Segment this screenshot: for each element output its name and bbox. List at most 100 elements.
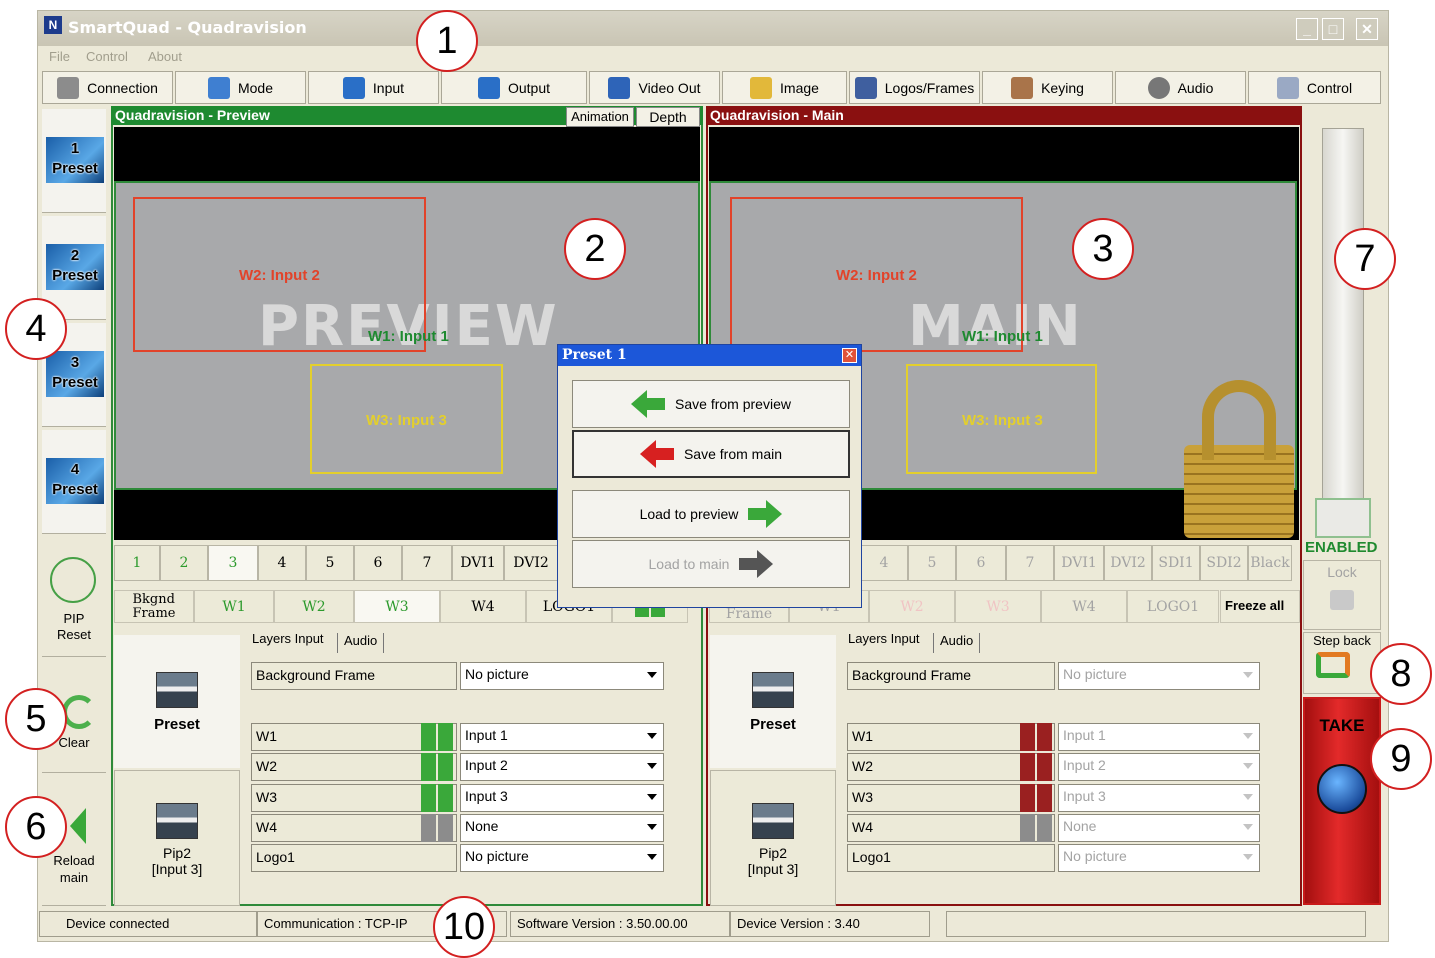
padlock-shackle-icon <box>1202 380 1276 460</box>
layer-tab[interactable]: W3 <box>354 590 440 623</box>
toolbar-image-button[interactable]: Image <box>722 71 847 104</box>
toolbar-label: Connection <box>87 79 158 96</box>
minimize-button[interactable]: _ <box>1296 18 1318 40</box>
source-tab[interactable]: DVI1 <box>452 545 504 581</box>
transition-slider-track[interactable] <box>1322 128 1364 538</box>
animation-tab[interactable]: Animation <box>566 107 634 127</box>
step-back-label: Step back <box>1313 633 1371 648</box>
chevron-down-icon <box>647 854 657 860</box>
step-back-button[interactable]: Step back <box>1303 632 1381 694</box>
source-tab[interactable]: SDI1 <box>1152 545 1200 581</box>
close-button[interactable]: ✕ <box>1356 18 1378 40</box>
save-from-main-button[interactable]: Save from main <box>572 430 850 478</box>
main-w3-select[interactable]: Input 3 <box>1058 784 1260 812</box>
toolbar-control-button[interactable]: Control <box>1248 71 1381 104</box>
preset-tile[interactable]: Preset <box>114 635 240 768</box>
toolbar-audio-button[interactable]: Audio <box>1115 71 1246 104</box>
w1-select[interactable]: Input 1 <box>460 723 664 751</box>
source-tab[interactable]: 7 <box>1006 545 1054 581</box>
maximize-button[interactable]: □ <box>1322 18 1344 40</box>
layer-tab[interactable]: Bkgnd Frame <box>114 590 194 623</box>
main-w1-select[interactable]: Input 1 <box>1058 723 1260 751</box>
toolbar-connection-button[interactable]: Connection <box>42 71 173 104</box>
main-background-frame-select[interactable]: No picture <box>1058 662 1260 690</box>
preset-label: Preset <box>52 374 98 391</box>
source-tab[interactable]: 6 <box>956 545 1006 581</box>
main-w4-select[interactable]: None <box>1058 814 1260 842</box>
source-tab[interactable]: Black <box>1248 545 1292 581</box>
source-tab[interactable]: 4 <box>258 545 306 581</box>
background-frame-select[interactable]: No picture <box>460 662 664 690</box>
toolbar-logos-frames-button[interactable]: Logos/Frames <box>849 71 980 104</box>
source-tab[interactable]: DVI1 <box>1054 545 1104 581</box>
menu-file[interactable]: File <box>49 49 70 64</box>
layer-tab[interactable]: W2 <box>869 590 955 623</box>
source-tab[interactable]: 1 <box>114 545 160 581</box>
transition-slider-handle[interactable] <box>1315 498 1371 538</box>
source-tab[interactable]: DVI2 <box>1104 545 1152 581</box>
w4-select[interactable]: None <box>460 814 664 842</box>
pip2-tile[interactable]: Pip2 [Input 3] <box>114 770 240 906</box>
connection-icon <box>57 76 80 99</box>
layer-tab[interactable]: W4 <box>440 590 526 623</box>
menu-about[interactable]: About <box>148 49 182 64</box>
swap-icon <box>1316 652 1350 678</box>
toolbar-output-button[interactable]: Output <box>441 71 587 104</box>
dialog-close-icon[interactable]: ✕ <box>842 348 857 363</box>
source-tab[interactable]: 5 <box>306 545 354 581</box>
main-pip2-tile[interactable]: Pip2 [Input 3] <box>710 770 836 906</box>
audio-subtab[interactable]: Audio <box>337 633 385 653</box>
select-value: No picture <box>465 666 529 682</box>
source-tab[interactable]: 6 <box>354 545 402 581</box>
take-button[interactable]: TAKE <box>1303 697 1381 905</box>
main-w2-select[interactable]: Input 2 <box>1058 753 1260 781</box>
toolbar-input-button[interactable]: Input <box>308 71 439 104</box>
save-from-preview-button[interactable]: Save from preview <box>572 380 850 428</box>
w2-select[interactable]: Input 2 <box>460 753 664 781</box>
layers-input-subtab[interactable]: Layers Input <box>252 631 324 646</box>
source-tab[interactable]: SDI2 <box>1200 545 1248 581</box>
main-w1-indicator <box>1020 723 1052 751</box>
layer-tab[interactable]: W2 <box>274 590 354 623</box>
source-tab[interactable]: 2 <box>160 545 208 581</box>
layer-tab[interactable]: W1 <box>194 590 274 623</box>
logo1-select[interactable]: No picture <box>460 844 664 872</box>
layer-tab[interactable]: LOGO1 <box>1127 590 1219 623</box>
preset-4-button[interactable]: 4 Preset <box>42 430 106 534</box>
preset-label: Preset <box>52 160 98 177</box>
source-tab[interactable]: 7 <box>402 545 452 581</box>
freeze-all-button[interactable]: Freeze all <box>1220 590 1300 623</box>
layer-tab[interactable]: W3 <box>955 590 1041 623</box>
source-tab[interactable]: 3 <box>208 545 258 581</box>
window-label: W3: Input 3 <box>962 412 1043 429</box>
chevron-down-icon <box>647 794 657 800</box>
pip-reset-label: PIP Reset <box>57 611 91 642</box>
preview-window-w3[interactable]: W3: Input 3 <box>310 364 503 474</box>
lock-button[interactable]: Lock <box>1303 560 1381 630</box>
toolbar-keying-button[interactable]: Keying <box>982 71 1113 104</box>
preset-1-button[interactable]: 1 Preset <box>42 109 106 213</box>
main-preset-tile[interactable]: Preset <box>710 635 836 768</box>
source-tab[interactable]: 4 <box>860 545 908 581</box>
pip2-tile-label: Pip2 [Input 3] <box>151 845 203 877</box>
main-layers-input-subtab[interactable]: Layers Input <box>848 631 920 646</box>
select-value: Input 2 <box>1063 757 1106 773</box>
preset-thumbnail <box>752 672 794 708</box>
source-tab[interactable]: 5 <box>908 545 956 581</box>
w3-select[interactable]: Input 3 <box>460 784 664 812</box>
toolbar-mode-button[interactable]: Mode <box>175 71 306 104</box>
load-to-preview-button[interactable]: Load to preview <box>572 490 850 538</box>
main-audio-subtab[interactable]: Audio <box>933 633 981 653</box>
toolbar-video-out-button[interactable]: Video Out <box>589 71 720 104</box>
source-tab[interactable]: DVI2 <box>504 545 558 581</box>
pip-reset-button[interactable]: PIP Reset <box>42 545 106 657</box>
callout-8: 8 <box>1370 643 1432 705</box>
button-label: Save from preview <box>675 396 791 412</box>
main-logo1-select[interactable]: No picture <box>1058 844 1260 872</box>
toolbar-label: Keying <box>1041 79 1084 96</box>
preset-number: 1 <box>70 140 80 157</box>
menu-control[interactable]: Control <box>86 49 128 64</box>
layer-tab[interactable]: W4 <box>1041 590 1127 623</box>
load-to-main-button[interactable]: Load to main <box>572 540 850 588</box>
depth-tab[interactable]: Depth <box>636 107 700 127</box>
